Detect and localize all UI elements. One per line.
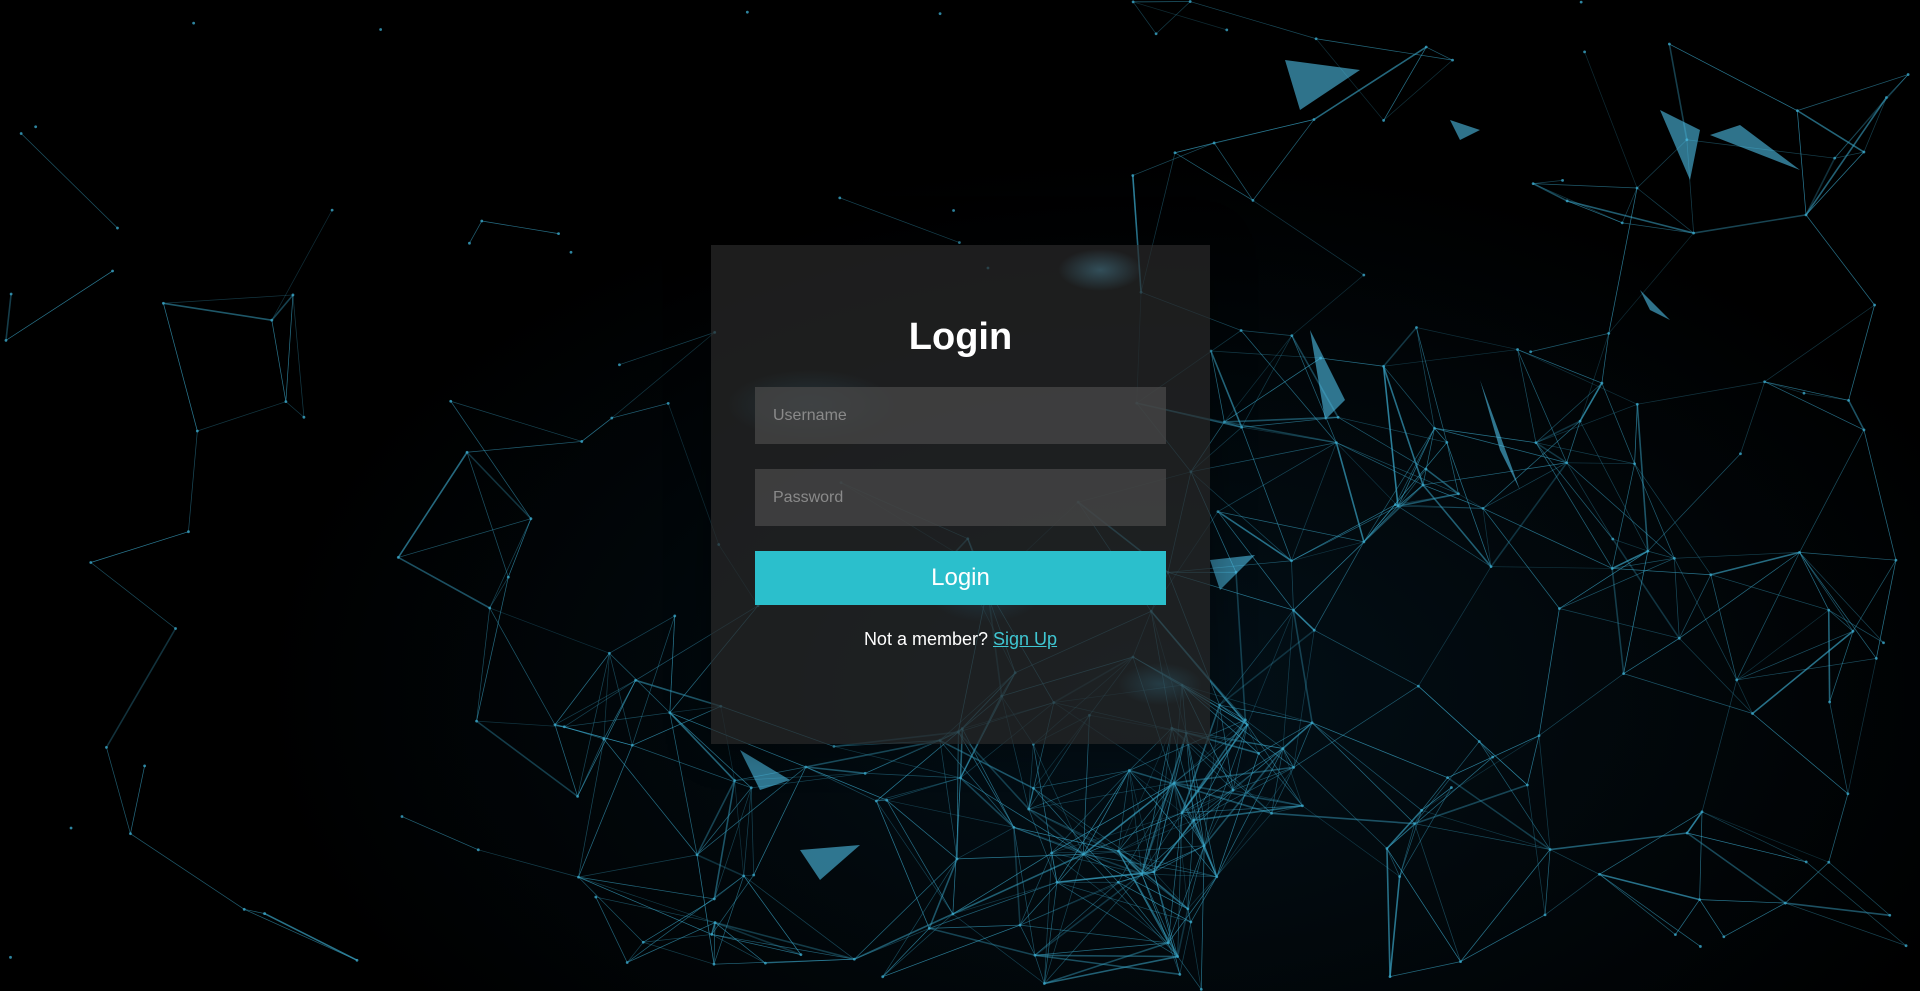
network-shard — [800, 845, 860, 880]
network-shard — [1640, 290, 1670, 320]
network-shard — [1210, 555, 1255, 590]
network-shard — [1660, 110, 1700, 180]
login-card: Login Login Not a member? Sign Up — [711, 245, 1210, 744]
login-button[interactable]: Login — [755, 551, 1166, 605]
signup-row: Not a member? Sign Up — [755, 629, 1166, 650]
network-shard — [1450, 120, 1480, 140]
network-shard — [1285, 60, 1360, 110]
network-shard — [1710, 125, 1800, 170]
signup-prompt: Not a member? — [863, 629, 988, 649]
password-input[interactable] — [755, 469, 1166, 526]
signup-link[interactable]: Sign Up — [993, 629, 1057, 649]
login-title: Login — [908, 316, 1013, 358]
username-input[interactable] — [755, 387, 1166, 444]
network-shard — [1310, 330, 1345, 420]
network-shard — [1480, 380, 1520, 490]
